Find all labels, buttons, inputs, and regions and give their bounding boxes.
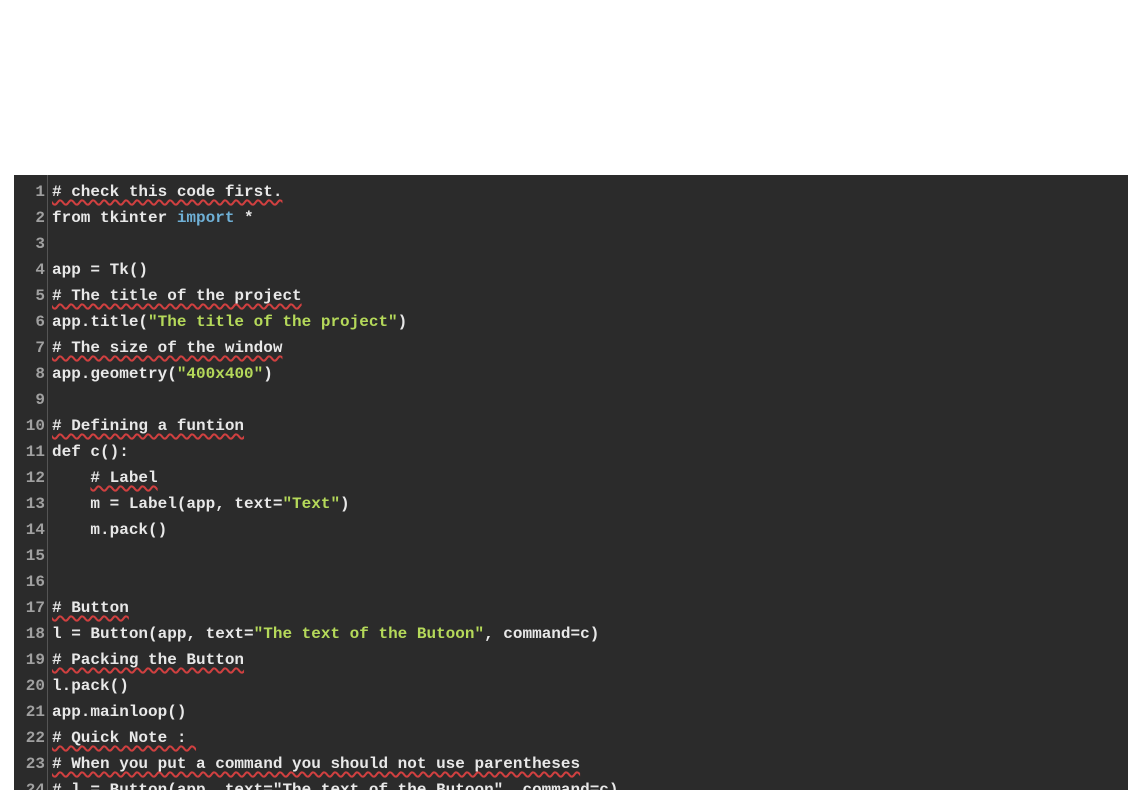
line-number: 21: [14, 699, 47, 725]
line-number: 18: [14, 621, 47, 647]
code-content[interactable]: # check this code first. from tkinter imp…: [48, 175, 1128, 790]
line-number: 23: [14, 751, 47, 777]
code-line[interactable]: app = Tk(): [52, 257, 1128, 283]
code-token: from tkinter: [52, 209, 177, 227]
code-token: # The size of the window: [52, 339, 282, 357]
line-number: 4: [14, 257, 47, 283]
code-line[interactable]: [52, 387, 1128, 413]
code-line[interactable]: app.geometry("400x400"): [52, 361, 1128, 387]
line-number: 10: [14, 413, 47, 439]
code-token: # Quick Note :: [52, 729, 196, 747]
code-token: m = Label(app, text=: [52, 495, 282, 513]
code-token: app.title(: [52, 313, 148, 331]
code-line[interactable]: # Quick Note :: [52, 725, 1128, 751]
code-line[interactable]: [52, 231, 1128, 257]
code-line[interactable]: # Defining a funtion: [52, 413, 1128, 439]
code-line[interactable]: # When you put a command you should not …: [52, 751, 1128, 777]
code-line[interactable]: from tkinter import *: [52, 205, 1128, 231]
line-number: 19: [14, 647, 47, 673]
code-line[interactable]: def c():: [52, 439, 1128, 465]
code-line[interactable]: # Button: [52, 595, 1128, 621]
code-line[interactable]: # The title of the project: [52, 283, 1128, 309]
line-number: 24: [14, 777, 47, 790]
code-line[interactable]: # The size of the window: [52, 335, 1128, 361]
code-token: [52, 469, 90, 487]
line-number: 15: [14, 543, 47, 569]
code-line[interactable]: app.mainloop(): [52, 699, 1128, 725]
code-token: # Label: [90, 469, 157, 487]
code-token: # Defining a funtion: [52, 417, 244, 435]
code-line[interactable]: # Label: [52, 465, 1128, 491]
code-token: # check this code first.: [52, 183, 282, 201]
code-token: "Text": [282, 495, 340, 513]
code-token: # When you put a command you should not …: [52, 755, 580, 773]
line-number: 22: [14, 725, 47, 751]
code-line[interactable]: # check this code first.: [52, 179, 1128, 205]
code-line[interactable]: # Packing the Button: [52, 647, 1128, 673]
line-number: 14: [14, 517, 47, 543]
code-token: app.mainloop(): [52, 703, 186, 721]
code-token: ): [398, 313, 408, 331]
code-token: "The text of the Butoon": [254, 625, 484, 643]
code-token: m.pack(): [52, 521, 167, 539]
line-number: 16: [14, 569, 47, 595]
code-line[interactable]: l = Button(app, text="The text of the Bu…: [52, 621, 1128, 647]
line-number: 8: [14, 361, 47, 387]
code-line[interactable]: app.title("The title of the project"): [52, 309, 1128, 335]
line-number: 2: [14, 205, 47, 231]
code-token: # l = Button(app, text="The text of the …: [52, 781, 619, 790]
line-number: 20: [14, 673, 47, 699]
code-token: "400x400": [177, 365, 263, 383]
code-line[interactable]: [52, 569, 1128, 595]
code-token: # The title of the project: [52, 287, 302, 305]
line-number: 1: [14, 179, 47, 205]
code-line[interactable]: [52, 543, 1128, 569]
code-token: def c():: [52, 443, 129, 461]
code-area: 123456789101112131415161718192021222324 …: [14, 175, 1128, 790]
line-number: 17: [14, 595, 47, 621]
line-number-gutter: 123456789101112131415161718192021222324: [14, 175, 48, 790]
code-editor[interactable]: 123456789101112131415161718192021222324 …: [14, 175, 1128, 790]
code-line[interactable]: m = Label(app, text="Text"): [52, 491, 1128, 517]
line-number: 3: [14, 231, 47, 257]
line-number: 11: [14, 439, 47, 465]
code-token: *: [234, 209, 253, 227]
code-token: l.pack(): [52, 677, 129, 695]
code-token: ): [340, 495, 350, 513]
code-token: # Packing the Button: [52, 651, 244, 669]
code-token: ): [263, 365, 273, 383]
code-token: # Button: [52, 599, 129, 617]
code-token: import: [177, 209, 235, 227]
line-number: 12: [14, 465, 47, 491]
code-token: "The title of the project": [148, 313, 398, 331]
line-number: 13: [14, 491, 47, 517]
line-number: 5: [14, 283, 47, 309]
code-line[interactable]: # l = Button(app, text="The text of the …: [52, 777, 1128, 790]
code-line[interactable]: m.pack(): [52, 517, 1128, 543]
code-line[interactable]: l.pack(): [52, 673, 1128, 699]
code-token: l = Button(app, text=: [52, 625, 254, 643]
line-number: 7: [14, 335, 47, 361]
line-number: 6: [14, 309, 47, 335]
line-number: 9: [14, 387, 47, 413]
code-token: app.geometry(: [52, 365, 177, 383]
code-token: app = Tk(): [52, 261, 148, 279]
code-token: , command=c): [484, 625, 599, 643]
